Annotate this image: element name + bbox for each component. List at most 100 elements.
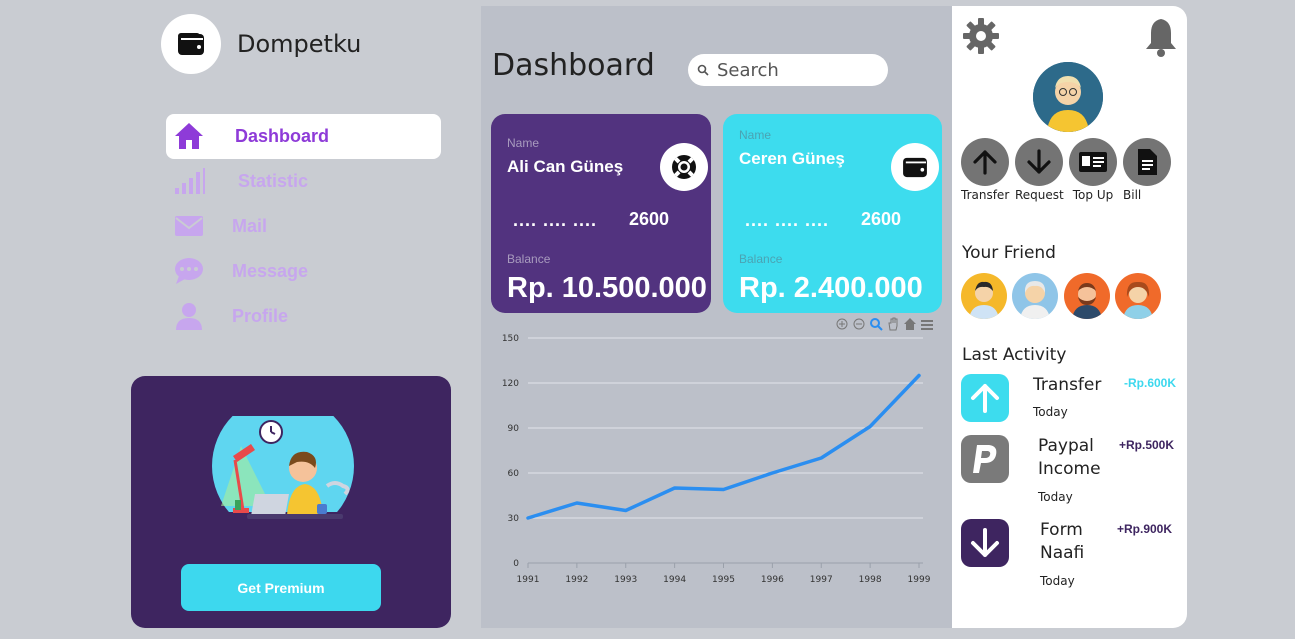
card-ali-can[interactable]: Name Ali Can Güneş .... .... .... 2600 B… <box>491 114 711 313</box>
brand-title: Dompetku <box>237 30 362 58</box>
premium-promo-card: Get Premium <box>131 376 451 628</box>
avatar[interactable] <box>1033 62 1103 132</box>
signal-bars-icon <box>175 168 205 194</box>
nav-item-mail[interactable]: Mail <box>166 204 441 249</box>
activity-title-line2: Income <box>1038 459 1101 479</box>
quick-action-label: Request <box>1015 188 1064 202</box>
activity-title-line1: Paypal <box>1038 436 1094 456</box>
quick-action-transfer[interactable]: Transfer <box>961 138 1009 202</box>
card-holder-name: Ceren Güneş <box>739 149 845 168</box>
card-balance: Rp. 10.500.000 <box>507 272 707 304</box>
friend-avatar-icon <box>1012 273 1058 319</box>
id-card-icon <box>1079 152 1107 172</box>
x-tick-label: 1991 <box>517 575 540 585</box>
x-tick-label: 1999 <box>908 575 931 585</box>
card-name-label: Name <box>739 128 772 142</box>
quick-action-label: Top Up <box>1072 188 1114 202</box>
right-panel: Transfer Request Top Up Bill Your Friend… <box>952 6 1187 628</box>
arrow-down-icon <box>1027 149 1051 174</box>
lifebuoy-icon <box>672 155 696 179</box>
activity-icon <box>961 435 1009 483</box>
card-holder-name: Ali Can Güneş <box>507 157 624 176</box>
wallet-icon <box>903 157 927 178</box>
search-icon <box>697 64 709 76</box>
page-title: Dashboard <box>492 48 655 83</box>
card-name-label: Name <box>507 136 540 150</box>
quick-action-label: Transfer <box>961 188 1010 202</box>
y-tick-label: 0 <box>513 559 519 569</box>
user-avatar-icon <box>1033 62 1103 132</box>
friend-avatar-icon <box>1115 273 1161 319</box>
activity-amount: +Rp.500K <box>1119 438 1175 452</box>
card-masked-number: .... .... .... <box>513 210 598 230</box>
y-tick-label: 30 <box>508 514 520 524</box>
arrow-up-icon <box>973 150 997 175</box>
series-line <box>526 373 921 520</box>
quick-action-request[interactable]: Request <box>1015 138 1064 202</box>
card-balance: Rp. 2.400.000 <box>739 272 923 304</box>
activity-title: Last Activity <box>962 345 1067 365</box>
brand-logo[interactable] <box>161 14 221 74</box>
search-box[interactable] <box>688 54 888 86</box>
card-icon[interactable] <box>660 143 708 191</box>
activity-title-line1: Form <box>1040 520 1083 540</box>
search-input[interactable] <box>717 59 877 81</box>
nav-label: Message <box>232 261 309 281</box>
activity-amount: +Rp.900K <box>1117 522 1173 536</box>
bell-icon[interactable] <box>1143 17 1179 57</box>
activity-time: Today <box>1033 405 1068 419</box>
chat-icon <box>175 258 203 284</box>
x-tick-label: 1994 <box>663 575 686 585</box>
x-tick-label: 1993 <box>614 575 637 585</box>
friend-avatar[interactable] <box>1012 273 1058 319</box>
activity-icon <box>961 519 1009 567</box>
nav-label: Mail <box>232 216 268 236</box>
card-balance-label: Balance <box>507 252 551 266</box>
nav-item-profile[interactable]: Profile <box>166 294 441 339</box>
nav-item-message[interactable]: Message <box>166 249 441 294</box>
person-working-illustration <box>211 416 361 528</box>
card-last-digits: 2600 <box>861 209 902 229</box>
quick-action-label: Bill <box>1123 188 1142 202</box>
user-icon <box>176 303 202 330</box>
quick-action-top-up[interactable]: Top Up <box>1069 138 1117 202</box>
activity-icon <box>961 374 1009 422</box>
arrow-up-icon <box>971 384 999 413</box>
activity-time: Today <box>1040 574 1075 588</box>
nav-label: Profile <box>232 306 289 326</box>
nav-item-statistic[interactable]: Statistic <box>166 159 441 204</box>
friends-title: Your Friend <box>962 243 1056 263</box>
friend-avatar[interactable] <box>1115 273 1161 319</box>
paypal-icon <box>973 445 997 473</box>
document-icon <box>1138 149 1157 175</box>
x-tick-label: 1992 <box>565 575 588 585</box>
main-panel: Dashboard Name Ali Can Güneş .... .... .… <box>481 6 952 628</box>
x-tick-label: 1998 <box>859 575 882 585</box>
card-icon[interactable] <box>891 143 939 191</box>
quick-action-bill[interactable]: Bill <box>1123 138 1171 202</box>
activity-title: Transfer <box>1033 375 1102 395</box>
friend-avatar[interactable] <box>1064 273 1110 319</box>
card-balance-label: Balance <box>739 252 783 266</box>
card-ceren[interactable]: Name Ceren Güneş .... .... .... 2600 Bal… <box>723 114 942 313</box>
friend-avatar[interactable] <box>961 273 1007 319</box>
card-masked-number: .... .... .... <box>745 210 830 230</box>
friend-avatar-icon <box>961 273 1007 319</box>
nav-label: Statistic <box>238 171 309 191</box>
nav-label: Dashboard <box>235 126 330 146</box>
envelope-icon <box>175 216 203 236</box>
x-tick-label: 1997 <box>810 575 833 585</box>
activity-amount: -Rp.600K <box>1124 376 1177 390</box>
y-tick-label: 150 <box>502 334 519 344</box>
y-tick-label: 90 <box>508 424 520 434</box>
gear-icon[interactable] <box>962 17 1000 55</box>
get-premium-button[interactable]: Get Premium <box>181 564 381 611</box>
nav-item-dashboard[interactable]: Dashboard <box>166 114 441 159</box>
card-last-digits: 2600 <box>629 209 670 229</box>
y-tick-label: 60 <box>508 469 520 479</box>
wallet-icon <box>178 33 204 55</box>
home-icon <box>175 123 203 149</box>
y-tick-label: 120 <box>502 379 519 389</box>
x-tick-label: 1995 <box>712 575 735 585</box>
activity-title-line2: Naafi <box>1040 543 1085 563</box>
